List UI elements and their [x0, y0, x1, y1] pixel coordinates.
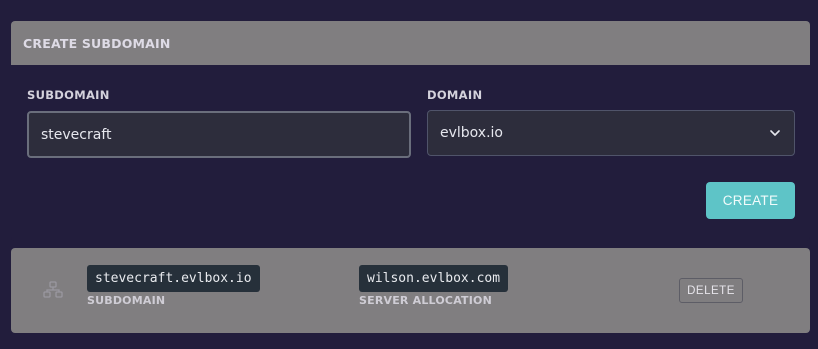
domain-label: DOMAIN	[427, 88, 483, 102]
subdomain-value: stevecraft.evlbox.io	[87, 265, 260, 292]
subdomain-row: stevecraft.evlbox.io SUBDOMAIN wilson.ev…	[11, 248, 810, 333]
delete-button[interactable]: DELETE	[679, 278, 743, 303]
network-icon	[43, 281, 63, 299]
subdomain-input[interactable]	[27, 111, 411, 158]
page: CREATE SUBDOMAIN SUBDOMAIN DOMAIN evlbox…	[0, 0, 818, 349]
allocation-caption: SERVER ALLOCATION	[359, 294, 493, 307]
allocation-value: wilson.evlbox.com	[359, 265, 509, 292]
create-button[interactable]: CREATE	[706, 182, 795, 219]
domain-select[interactable]: evlbox.io	[427, 110, 795, 156]
subdomain-caption: SUBDOMAIN	[87, 294, 166, 307]
subdomain-label: SUBDOMAIN	[27, 88, 110, 102]
domain-select-value: evlbox.io	[440, 125, 503, 141]
panel-title: CREATE SUBDOMAIN	[11, 21, 810, 65]
chevron-down-icon	[770, 128, 780, 138]
create-subdomain-panel: CREATE SUBDOMAIN SUBDOMAIN DOMAIN evlbox…	[11, 21, 810, 241]
